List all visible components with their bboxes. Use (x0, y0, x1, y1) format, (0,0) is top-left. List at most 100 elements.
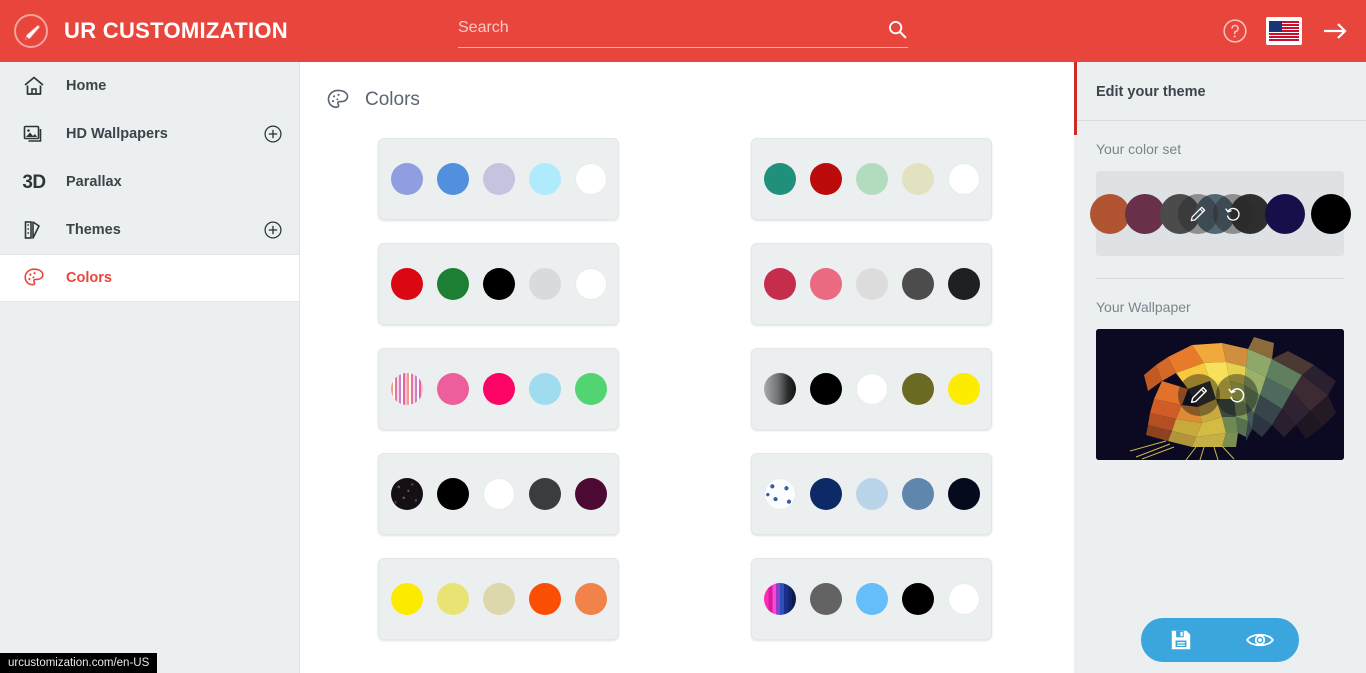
color-swatch[interactable] (855, 583, 888, 615)
palette-card[interactable] (751, 558, 992, 640)
wallpaper-preview[interactable] (1096, 329, 1344, 460)
color-swatch[interactable] (901, 583, 934, 615)
palette-card[interactable] (751, 138, 992, 220)
palette-card[interactable] (378, 138, 619, 220)
color-swatch[interactable] (436, 163, 469, 195)
sidebar-item-label: Colors (66, 270, 112, 286)
color-swatch[interactable] (947, 163, 980, 195)
color-swatch[interactable] (763, 163, 796, 195)
sidebar-item-colors[interactable]: Colors (0, 254, 299, 302)
palette-card[interactable] (378, 348, 619, 430)
palette-card[interactable] (751, 348, 992, 430)
plus-circle-icon[interactable] (263, 124, 283, 144)
undo-icon[interactable] (1213, 193, 1253, 234)
color-swatch[interactable] (901, 163, 934, 195)
color-swatch[interactable] (436, 583, 469, 615)
arrow-right-icon[interactable] (1320, 19, 1350, 43)
sidebar: Home HD Wallpapers 3D Parallax Themes Co… (0, 62, 300, 673)
color-swatch[interactable] (390, 373, 423, 405)
sidebar-item-label: HD Wallpapers (66, 126, 168, 142)
color-swatch[interactable] (528, 583, 561, 615)
eye-icon[interactable] (1243, 625, 1277, 655)
color-swatch[interactable] (574, 163, 607, 195)
color-swatch[interactable] (855, 268, 888, 300)
color-swatch[interactable] (482, 268, 515, 300)
color-swatch[interactable] (574, 268, 607, 300)
search-input[interactable] (458, 18, 886, 43)
color-swatch[interactable] (390, 163, 423, 195)
color-swatch[interactable] (809, 373, 842, 405)
color-swatch[interactable] (809, 583, 842, 615)
sidebar-item-parallax[interactable]: 3D Parallax (0, 158, 299, 206)
color-set-swatch[interactable] (1310, 193, 1351, 234)
color-swatch[interactable] (855, 373, 888, 405)
brand[interactable]: UR CUSTOMIZATION (0, 14, 288, 48)
color-swatch[interactable] (901, 268, 934, 300)
color-swatch[interactable] (482, 583, 515, 615)
search-bar[interactable] (458, 14, 908, 48)
color-swatch[interactable] (528, 373, 561, 405)
color-swatch[interactable] (901, 478, 934, 510)
edit-theme-panel: Edit your theme Your color set Your Wall… (1074, 62, 1366, 673)
color-swatch[interactable] (574, 478, 607, 510)
color-set-label: Your color set (1096, 141, 1182, 157)
color-swatch[interactable] (947, 478, 980, 510)
color-swatch[interactable] (390, 583, 423, 615)
color-palette-icon (20, 264, 48, 292)
palette-card[interactable] (751, 243, 992, 325)
plus-circle-icon[interactable] (263, 220, 283, 240)
color-swatch[interactable] (763, 268, 796, 300)
color-swatch[interactable] (528, 478, 561, 510)
color-swatch[interactable] (763, 583, 796, 615)
pencil-icon[interactable] (1178, 193, 1218, 234)
3d-text-icon: 3D (22, 171, 46, 193)
paintbrush-circle-icon (14, 14, 48, 48)
color-swatch[interactable] (390, 268, 423, 300)
color-swatch[interactable] (809, 163, 842, 195)
brand-title: UR CUSTOMIZATION (64, 18, 288, 43)
save-floppy-icon[interactable] (1164, 625, 1198, 655)
color-swatch[interactable] (436, 268, 469, 300)
color-set-preview[interactable] (1089, 171, 1351, 256)
color-swatch[interactable] (901, 373, 934, 405)
color-swatch[interactable] (574, 373, 607, 405)
us-flag-icon[interactable] (1266, 17, 1302, 45)
color-set-swatch[interactable] (1264, 193, 1305, 234)
color-swatch[interactable] (390, 478, 423, 510)
palette-grid (301, 118, 1073, 640)
sidebar-item-hd-wallpapers[interactable]: HD Wallpapers (0, 110, 299, 158)
help-circle-icon[interactable] (1222, 18, 1248, 44)
palette-card[interactable] (378, 558, 619, 640)
color-swatch[interactable] (947, 583, 980, 615)
undo-icon[interactable] (1216, 373, 1258, 416)
color-swatch[interactable] (528, 268, 561, 300)
color-swatch[interactable] (528, 163, 561, 195)
color-swatch[interactable] (436, 478, 469, 510)
sidebar-item-home[interactable]: Home (0, 62, 299, 110)
color-set-swatch[interactable] (1124, 193, 1165, 234)
sidebar-item-label: Themes (66, 222, 121, 238)
palette-card[interactable] (751, 453, 992, 535)
color-swatch[interactable] (809, 478, 842, 510)
status-bar-url: urcustomization.com/en-US (0, 653, 158, 673)
color-swatch[interactable] (482, 163, 515, 195)
color-swatch[interactable] (947, 268, 980, 300)
wallpaper-label: Your Wallpaper (1096, 299, 1191, 315)
color-swatch[interactable] (855, 163, 888, 195)
color-swatch[interactable] (763, 373, 796, 405)
color-swatch[interactable] (436, 373, 469, 405)
pencil-icon[interactable] (1178, 373, 1220, 416)
color-swatch[interactable] (574, 583, 607, 615)
color-swatch[interactable] (482, 373, 515, 405)
color-swatch[interactable] (809, 268, 842, 300)
color-swatch[interactable] (947, 373, 980, 405)
color-swatch[interactable] (855, 478, 888, 510)
search-icon[interactable] (886, 18, 908, 40)
palette-card[interactable] (378, 453, 619, 535)
color-set-swatch[interactable] (1089, 193, 1130, 234)
color-swatch[interactable] (482, 478, 515, 510)
palette-card[interactable] (378, 243, 619, 325)
color-swatch[interactable] (763, 478, 796, 510)
sidebar-item-themes[interactable]: Themes (0, 206, 299, 254)
panel-title: Edit your theme (1096, 84, 1206, 100)
